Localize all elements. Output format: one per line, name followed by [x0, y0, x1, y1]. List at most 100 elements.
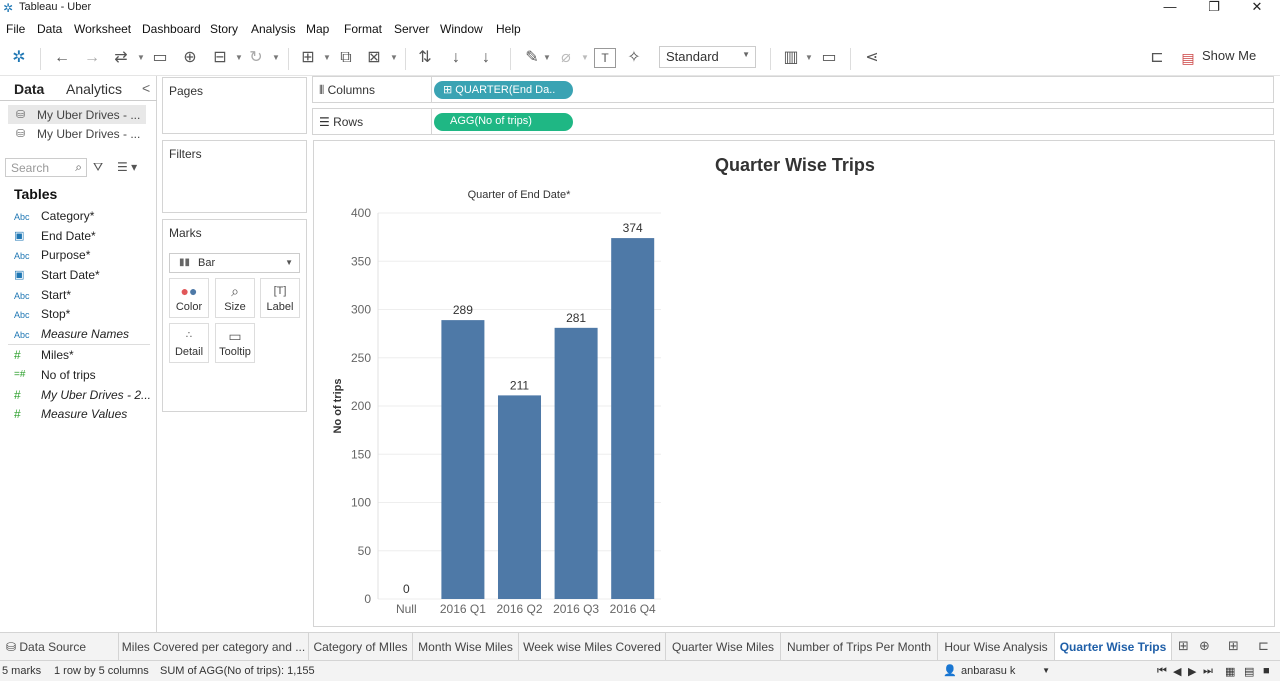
new-datasource-icon[interactable]: ⊕ — [180, 48, 200, 68]
last-sheet-icon[interactable]: ⏭ — [1203, 665, 1213, 678]
fit-select[interactable]: Standard ▼ — [659, 46, 756, 68]
sort-descending-icon[interactable]: ↓ — [476, 48, 496, 68]
field-purpose[interactable]: Abc Purpose* — [14, 248, 154, 266]
presentation-mode-icon[interactable]: ▭ — [818, 48, 840, 68]
ask-data-icon[interactable]: ⊏ — [1146, 48, 1168, 68]
save-icon[interactable]: ▭ — [150, 48, 170, 68]
swap-rows-columns-icon[interactable]: ⇅ — [415, 48, 435, 68]
tab-analytics[interactable]: Analytics — [66, 81, 122, 97]
field-category[interactable]: Abc Category* — [14, 209, 154, 227]
datasource-item[interactable]: ⛁ My Uber Drives - ... — [8, 124, 146, 143]
undo-icon[interactable]: ← — [52, 48, 72, 68]
pause-dropdown-icon[interactable]: ▼ — [235, 53, 243, 62]
bar-chart[interactable]: 0 50 100 150 200 250 300 350 400 No of trips 0 Null… — [314, 141, 1274, 626]
next-sheet-icon[interactable]: ▶ — [1188, 665, 1196, 678]
datasource-item[interactable]: ⛁ My Uber Drives - ... — [8, 105, 146, 124]
menu-file[interactable]: File — [6, 22, 25, 36]
filter-icon[interactable]: ⛛ — [93, 160, 103, 175]
collapse-pane-icon[interactable]: < — [142, 80, 150, 96]
menu-worksheet[interactable]: Worksheet — [74, 22, 131, 36]
menu-analysis[interactable]: Analysis — [251, 22, 296, 36]
sheet-tab[interactable]: Month Wise Miles — [413, 633, 519, 661]
field-record-count[interactable]: # My Uber Drives - 2... — [14, 388, 154, 406]
menu-dashboard[interactable]: Dashboard — [142, 22, 201, 36]
field-no-of-trips[interactable]: =# No of trips — [14, 368, 154, 386]
sheet-tab[interactable]: Number of Trips Per Month — [781, 633, 938, 661]
replay-dropdown-icon[interactable]: ▼ — [137, 53, 145, 62]
label-button[interactable]: [T] Label — [260, 278, 300, 318]
menu-help[interactable]: Help — [496, 22, 521, 36]
menu-window[interactable]: Window — [440, 22, 483, 36]
columns-pill[interactable]: ⊞ QUARTER(End Da.. — [434, 81, 573, 99]
mark-type-select[interactable]: ▮▮ Bar ▼ — [169, 253, 300, 273]
fix-axes-icon[interactable]: ✧ — [624, 48, 644, 68]
filters-card[interactable]: Filters — [162, 140, 307, 213]
menu-server[interactable]: Server — [394, 22, 429, 36]
pause-updates-icon[interactable]: ⊟ — [210, 48, 230, 68]
show-cards-dropdown-icon[interactable]: ▼ — [805, 53, 813, 62]
menu-story[interactable]: Story — [210, 22, 238, 36]
field-start-date[interactable]: ▣ Start Date* — [14, 268, 154, 286]
field-start[interactable]: Abc Start* — [14, 288, 154, 306]
refresh-icon[interactable]: ↻ — [246, 48, 266, 68]
pages-card[interactable]: Pages — [162, 77, 307, 134]
clear-sheet-icon[interactable]: ⊠ — [364, 48, 384, 68]
new-dashboard-icon[interactable]: ⊕ — [1199, 638, 1210, 654]
previous-sheet-icon[interactable]: ◀ — [1173, 665, 1181, 678]
sheet-tab[interactable]: Quarter Wise Miles — [666, 633, 781, 661]
field-end-date[interactable]: ▣ End Date* — [14, 229, 154, 247]
sort-ascending-icon[interactable]: ↓ — [446, 48, 466, 68]
first-sheet-icon[interactable]: ⏮ — [1157, 665, 1167, 678]
group-members-icon[interactable]: ⌀ — [556, 48, 576, 68]
tab-data[interactable]: Data — [14, 81, 44, 97]
data-source-tab[interactable]: ⛁ Data Source — [0, 633, 119, 661]
color-button[interactable]: ●● Color — [169, 278, 209, 318]
minimize-button[interactable]: — — [1150, 0, 1190, 17]
new-story-icon[interactable]: ⊏ — [1258, 638, 1269, 654]
new-worksheet-icon[interactable]: ⊞ — [1178, 638, 1189, 654]
new-dashboard-tab-icon[interactable]: ⊞ — [1228, 638, 1239, 654]
field-miles[interactable]: # Miles* — [14, 348, 154, 366]
restore-button[interactable]: ❐ — [1194, 0, 1234, 17]
sheet-tab[interactable]: Category of MIles — [309, 633, 413, 661]
group-dropdown-icon[interactable]: ▼ — [581, 53, 589, 62]
menu-map[interactable]: Map — [306, 22, 329, 36]
share-icon[interactable]: ⋖ — [862, 48, 882, 68]
tooltip-button[interactable]: ▭ Tooltip — [215, 323, 255, 363]
show-me-button[interactable]: Show Me — [1202, 48, 1256, 63]
refresh-dropdown-icon[interactable]: ▼ — [272, 53, 280, 62]
sheet-tab[interactable]: Hour Wise Analysis — [938, 633, 1055, 661]
user-menu[interactable]: 👤 anbarasu k ▼ — [940, 662, 1054, 680]
field-search-input[interactable]: Search ⌕ — [5, 158, 87, 177]
tableau-home-icon[interactable]: ✲ — [10, 48, 28, 68]
sheet-tab-active[interactable]: Quarter Wise Trips — [1055, 633, 1172, 661]
view-list-icon[interactable]: ☰ ▾ — [117, 160, 137, 174]
field-stop[interactable]: Abc Stop* — [14, 307, 154, 325]
new-worksheet-dropdown-icon[interactable]: ▼ — [323, 53, 331, 62]
viz-area[interactable]: Quarter Wise Trips Quarter of End Date* … — [313, 140, 1275, 627]
new-worksheet-icon[interactable]: ⊞ — [298, 48, 318, 68]
show-cards-icon[interactable]: ▥ — [780, 48, 802, 68]
highlight-dropdown-icon[interactable]: ▼ — [543, 53, 551, 62]
detail-button[interactable]: ∴ Detail — [169, 323, 209, 363]
highlight-icon[interactable]: ✎ — [522, 48, 542, 68]
close-button[interactable]: ✕ — [1237, 0, 1277, 17]
size-button[interactable]: ⌕ Size — [215, 278, 255, 318]
columns-shelf[interactable]: ⦀ Columns ⊞ QUARTER(End Da.. — [312, 76, 1274, 103]
menu-data[interactable]: Data — [37, 22, 62, 36]
clear-dropdown-icon[interactable]: ▼ — [390, 53, 398, 62]
sheet-tab[interactable]: Miles Covered per category and ... — [119, 633, 309, 661]
show-sheet-sorter-icon[interactable]: ▦ — [1225, 665, 1235, 678]
replay-icon[interactable]: ⇄ — [110, 48, 132, 68]
rows-shelf[interactable]: ☰ Rows AGG(No of trips) — [312, 108, 1274, 135]
duplicate-sheet-icon[interactable]: ⧉ — [336, 48, 356, 68]
sheet-tab[interactable]: Week wise Miles Covered — [519, 633, 666, 661]
show-tabs-icon[interactable]: ■ — [1263, 665, 1270, 677]
redo-icon[interactable]: → — [82, 48, 102, 68]
show-me-icon[interactable]: ▤ — [1180, 48, 1196, 68]
show-mark-labels-icon[interactable]: T — [594, 48, 616, 68]
field-measure-names[interactable]: Abc Measure Names — [14, 327, 154, 345]
show-filmstrip-icon[interactable]: ▤ — [1244, 665, 1254, 678]
field-measure-values[interactable]: # Measure Values — [14, 407, 154, 425]
rows-pill[interactable]: AGG(No of trips) — [434, 113, 573, 131]
